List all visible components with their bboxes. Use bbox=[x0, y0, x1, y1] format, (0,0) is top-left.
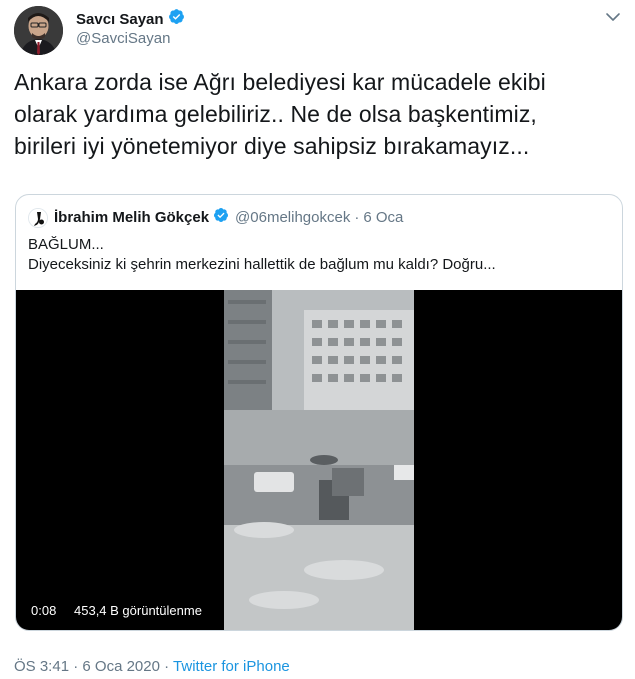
quoted-author-handle[interactable]: @06melihgokcek bbox=[235, 209, 350, 226]
avatar-portrait-image bbox=[14, 6, 63, 55]
separator-dot: · bbox=[164, 658, 170, 675]
quoted-tweet[interactable]: İbrahim Melih Gökçek @06melihgokcek · 6 … bbox=[15, 194, 623, 631]
tweet-text-line: birileri iyi yönetemiyor diye sahipsiz b… bbox=[14, 133, 530, 159]
quoted-tweet-text: BAĞLUM... Diyeceksiniz ki şehrin merkezi… bbox=[28, 235, 618, 275]
quoted-tweet-header: İbrahim Melih Gökçek @06melihgokcek · 6 … bbox=[28, 207, 403, 228]
tweet-time[interactable]: ÖS 3:41 bbox=[14, 658, 69, 675]
verified-badge-icon bbox=[213, 207, 229, 228]
separator-dot: · bbox=[73, 658, 79, 675]
author-name[interactable]: Savcı Sayan bbox=[76, 11, 164, 28]
tweet-text-line: olarak yardıma gelebiliriz.. Ne de olsa … bbox=[14, 101, 537, 127]
author-avatar[interactable] bbox=[14, 6, 63, 55]
quoted-text-line: BAĞLUM... bbox=[28, 236, 104, 253]
separator-dot: · bbox=[354, 209, 360, 226]
quoted-author-avatar[interactable] bbox=[28, 207, 48, 228]
verified-badge-icon bbox=[168, 8, 185, 30]
quoted-avatar-logo bbox=[29, 208, 47, 227]
tweet-text-line: Ankara zorda ise Ağrı belediyesi kar müc… bbox=[14, 69, 546, 95]
tweet-text: Ankara zorda ise Ağrı belediyesi kar müc… bbox=[14, 66, 624, 162]
author-name-row[interactable]: Savcı Sayan bbox=[76, 8, 185, 30]
tweet-meta: ÖS 3:41 · 6 Oca 2020 · Twitter for iPhon… bbox=[14, 658, 290, 675]
tweet-header: Savcı Sayan @SavciSayan bbox=[14, 6, 624, 56]
tweet-source-link[interactable]: Twitter for iPhone bbox=[173, 658, 290, 675]
video-duration-badge: 0:08 bbox=[26, 601, 62, 621]
video-views-badge: 453,4 B görüntülenme bbox=[69, 601, 207, 621]
quoted-author-name[interactable]: İbrahim Melih Gökçek bbox=[54, 209, 209, 226]
video-frame-image bbox=[224, 290, 414, 630]
quoted-tweet-date[interactable]: 6 Oca bbox=[363, 209, 403, 226]
tweet-date[interactable]: 6 Oca 2020 bbox=[82, 658, 160, 675]
quoted-text-line: Diyeceksiniz ki şehrin merkezini hallett… bbox=[28, 256, 496, 273]
video-player[interactable]: 0:08 453,4 B görüntülenme bbox=[16, 290, 622, 630]
chevron-down-icon[interactable] bbox=[604, 8, 622, 26]
author-handle[interactable]: @SavciSayan bbox=[76, 30, 170, 47]
